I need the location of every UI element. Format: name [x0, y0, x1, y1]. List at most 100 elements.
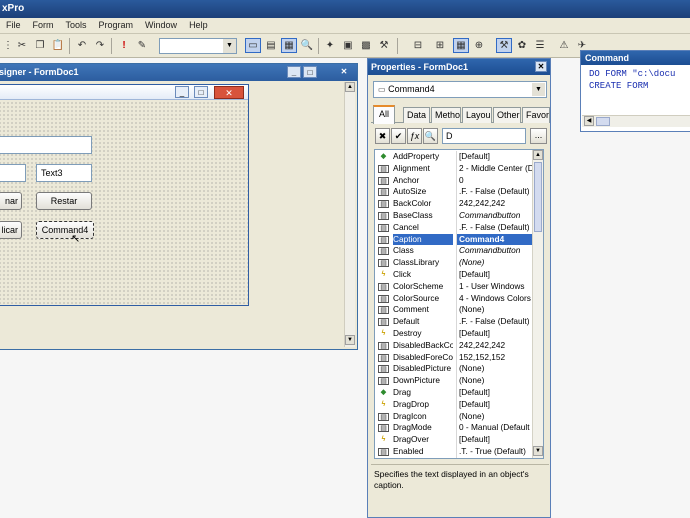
- property-row[interactable]: ϟ Click [Default]: [375, 269, 533, 281]
- layout-toolbar-icon[interactable]: ⊟: [410, 38, 426, 53]
- property-row[interactable]: ▤ ColorScheme 1 - User Windows: [375, 280, 533, 293]
- property-value[interactable]: 1 - User Windows: [456, 280, 533, 293]
- form-canvas[interactable]: _ □ ✕ Text3 nar Restar licar Command4 ↖: [0, 84, 249, 306]
- property-row[interactable]: ▤ Comment (None): [375, 304, 533, 317]
- property-value[interactable]: [Default]: [456, 151, 533, 163]
- button-command4[interactable]: Command4: [36, 221, 94, 239]
- property-row[interactable]: ϟ DragDrop [Default]: [375, 398, 533, 411]
- builder-icon[interactable]: ⚠: [556, 38, 572, 53]
- property-row[interactable]: ◆ AddProperty [Default]: [375, 151, 533, 163]
- property-value[interactable]: [Default]: [456, 387, 533, 399]
- property-row[interactable]: ▤ Default .F. - False (Default): [375, 316, 533, 328]
- grid-icon[interactable]: ▦: [453, 38, 469, 53]
- designer-scrollbar[interactable]: ▲ ▼: [344, 82, 355, 347]
- scroll-thumb[interactable]: [534, 162, 542, 232]
- property-row[interactable]: ▤ Caption Command4: [375, 233, 533, 246]
- property-row[interactable]: ϟ DragOver [Default]: [375, 434, 533, 446]
- property-row[interactable]: ▤ AutoSize .F. - False (Default): [375, 186, 533, 199]
- property-value[interactable]: 242,242,242: [456, 198, 533, 210]
- cancel-edit-icon[interactable]: ✖: [375, 128, 390, 144]
- property-row[interactable]: ▤ DownPicture (None): [375, 375, 533, 387]
- properties-window-icon[interactable]: ▦: [281, 38, 297, 53]
- scroll-up-icon[interactable]: ▲: [533, 150, 543, 160]
- property-value[interactable]: 0 - Manual (Default: [456, 422, 533, 435]
- command-scrollbar[interactable]: ◀: [582, 115, 690, 127]
- property-row[interactable]: ▤ BaseClass Commandbutton: [375, 210, 533, 222]
- property-value[interactable]: (None): [456, 304, 533, 317]
- property-grid-scrollbar[interactable]: ▲ ▼: [532, 150, 543, 458]
- maximize-icon[interactable]: □: [303, 66, 317, 78]
- menu-help[interactable]: Help: [183, 18, 214, 33]
- wizard-icon[interactable]: ✿: [514, 38, 530, 53]
- data-environment-icon[interactable]: ▤: [263, 38, 279, 53]
- function-icon[interactable]: ƒx: [407, 128, 422, 144]
- accept-edit-icon[interactable]: ✔: [391, 128, 406, 144]
- close-icon[interactable]: ✕: [337, 66, 351, 78]
- property-value[interactable]: .T. - True (Default): [456, 446, 533, 458]
- zoom-icon[interactable]: 🔍: [423, 128, 438, 144]
- run-icon[interactable]: !: [116, 38, 132, 53]
- toolbar-combo[interactable]: ▼: [159, 38, 237, 54]
- options-icon[interactable]: ☰: [532, 38, 548, 53]
- code-window-icon[interactable]: 🔍: [299, 38, 315, 53]
- property-value[interactable]: (None): [456, 363, 533, 376]
- property-value[interactable]: [Default]: [456, 269, 533, 281]
- property-value[interactable]: 4 - Windows Colors: [456, 292, 533, 305]
- property-row[interactable]: ▤ Class Commandbutton: [375, 245, 533, 258]
- property-value[interactable]: (None): [456, 410, 533, 423]
- property-value[interactable]: [Default]: [456, 328, 533, 340]
- property-row[interactable]: ▤ ClassLibrary (None): [375, 257, 533, 269]
- paste-icon[interactable]: 📋: [50, 38, 66, 53]
- form-builder-icon[interactable]: ⚒: [376, 38, 392, 53]
- snap-icon[interactable]: ⊕: [471, 38, 487, 53]
- property-value[interactable]: .F. - False (Default): [456, 221, 533, 234]
- layout-icon[interactable]: ▩: [358, 38, 374, 53]
- color-palette-icon[interactable]: ▣: [340, 38, 356, 53]
- scroll-thumb[interactable]: [596, 117, 610, 126]
- property-value[interactable]: [Default]: [456, 398, 533, 411]
- object-selector[interactable]: ▭ Command4 ▼: [373, 81, 547, 98]
- property-value[interactable]: .F. - False (Default): [456, 316, 533, 328]
- property-row[interactable]: ▤ Alignment 2 - Middle Center (D: [375, 162, 533, 175]
- property-value[interactable]: 152,152,152: [456, 351, 533, 364]
- property-row[interactable]: ▤ ColorSource 4 - Windows Colors: [375, 292, 533, 305]
- form-controls-icon[interactable]: ✦: [322, 38, 338, 53]
- property-row[interactable]: ▤ DragIcon (None): [375, 410, 533, 423]
- more-button[interactable]: ...: [530, 128, 547, 144]
- property-row[interactable]: ϟ Destroy [Default]: [375, 328, 533, 340]
- menu-window[interactable]: Window: [139, 18, 183, 33]
- minimize-icon[interactable]: _: [287, 66, 301, 78]
- property-value[interactable]: .F. - False (Default): [456, 186, 533, 199]
- button-sumar[interactable]: nar: [0, 192, 22, 210]
- property-row[interactable]: ▤ DisabledBackCo 242,242,242: [375, 339, 533, 352]
- property-row[interactable]: ▤ DisabledPicture (None): [375, 363, 533, 376]
- textbox-text3[interactable]: Text3: [36, 164, 92, 182]
- button-multiplicar[interactable]: licar: [0, 221, 22, 239]
- menu-form[interactable]: Form: [27, 18, 60, 33]
- tab-data[interactable]: Data: [403, 107, 430, 123]
- menu-tools[interactable]: Tools: [60, 18, 93, 33]
- redo-icon[interactable]: ↷: [92, 38, 108, 53]
- close-icon[interactable]: ✕: [535, 61, 547, 72]
- scroll-left-icon[interactable]: ◀: [584, 116, 594, 126]
- undo-icon[interactable]: ↶: [74, 38, 90, 53]
- scroll-down-icon[interactable]: ▼: [533, 446, 543, 456]
- property-value[interactable]: (None): [456, 375, 533, 387]
- command-line[interactable]: DO FORM "c:\docu: [589, 69, 675, 79]
- menu-program[interactable]: Program: [93, 18, 140, 33]
- property-grid[interactable]: ◆ AddProperty [Default] ▤ Alignment 2 - Middl…: [374, 149, 544, 459]
- property-value[interactable]: [Default]: [456, 434, 533, 446]
- property-value[interactable]: Commandbutton: [456, 245, 533, 258]
- property-value-input[interactable]: D: [442, 128, 526, 144]
- property-row[interactable]: ▤ Anchor 0: [375, 174, 533, 187]
- tab-favorites[interactable]: Favorit: [522, 107, 550, 123]
- form-designer-icon[interactable]: ▭: [245, 38, 261, 53]
- property-value[interactable]: Command4: [456, 233, 533, 246]
- tab-order-icon[interactable]: ⊞: [432, 38, 448, 53]
- property-row[interactable]: ▤ DragMode 0 - Manual (Default: [375, 422, 533, 435]
- button-restar[interactable]: Restar: [36, 192, 92, 210]
- toolbox-icon[interactable]: ⚒: [496, 38, 512, 53]
- property-value[interactable]: 2 - Middle Center (D: [456, 162, 533, 175]
- property-row[interactable]: ▤ Cancel .F. - False (Default): [375, 221, 533, 234]
- property-value[interactable]: 0: [456, 174, 533, 187]
